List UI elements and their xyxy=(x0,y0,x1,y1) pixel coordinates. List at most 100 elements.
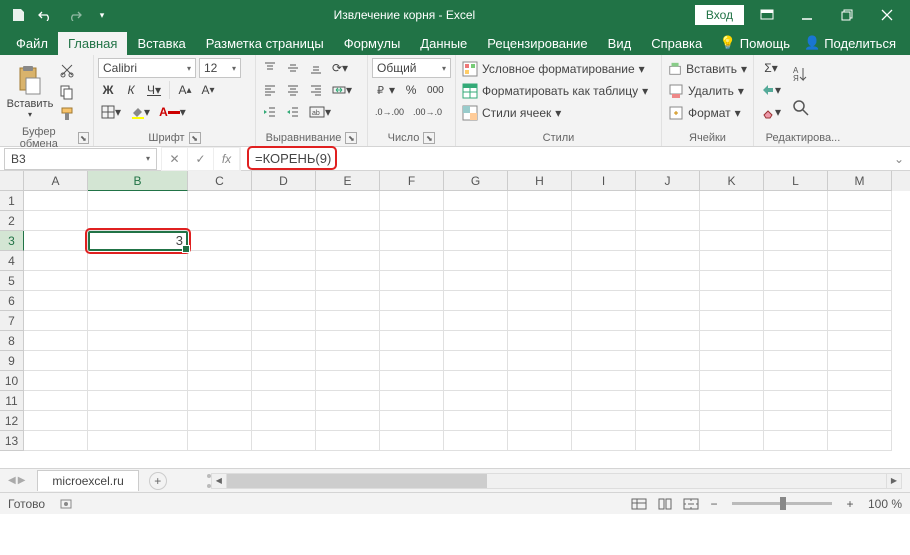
zoom-slider[interactable] xyxy=(732,502,832,505)
number-launcher-icon[interactable]: ⬊ xyxy=(423,132,435,144)
row-header[interactable]: 8 xyxy=(0,331,24,351)
alignment-launcher-icon[interactable]: ⬊ xyxy=(345,132,357,144)
col-header[interactable]: I xyxy=(572,171,636,191)
minimize-icon[interactable] xyxy=(790,1,824,29)
tab-file[interactable]: Файл xyxy=(6,32,58,55)
align-bottom-icon[interactable] xyxy=(306,58,326,78)
comma-icon[interactable]: 000 xyxy=(424,80,447,100)
font-launcher-icon[interactable]: ⬊ xyxy=(189,132,201,144)
increase-indent-icon[interactable] xyxy=(283,102,303,122)
row-header[interactable]: 10 xyxy=(0,371,24,391)
wrap-text-icon[interactable]: ab▾ xyxy=(306,102,334,122)
row-header[interactable]: 9 xyxy=(0,351,24,371)
col-header[interactable]: K xyxy=(700,171,764,191)
orientation-icon[interactable]: ⟳▾ xyxy=(329,58,351,78)
borders-icon[interactable]: ▾ xyxy=(98,102,124,122)
add-sheet-icon[interactable]: + xyxy=(149,472,167,490)
clipboard-launcher-icon[interactable]: ⬊ xyxy=(78,132,89,144)
find-select-icon[interactable] xyxy=(788,92,814,124)
percent-icon[interactable]: % xyxy=(401,80,421,100)
macro-record-icon[interactable] xyxy=(59,497,73,511)
font-name-combo[interactable]: Calibri▾ xyxy=(98,58,196,78)
cell-b3[interactable]: 3 xyxy=(88,231,188,251)
row-header[interactable]: 6 xyxy=(0,291,24,311)
cells-area[interactable]: 3 xyxy=(24,191,910,468)
fill-icon[interactable]: ▾ xyxy=(758,80,784,100)
tab-home[interactable]: Главная xyxy=(58,32,127,55)
ribbon-display-icon[interactable] xyxy=(750,1,784,29)
row-header[interactable]: 13 xyxy=(0,431,24,451)
format-painter-icon[interactable] xyxy=(56,104,78,124)
tab-review[interactable]: Рецензирование xyxy=(477,32,597,55)
decrease-indent-icon[interactable] xyxy=(260,102,280,122)
tab-page-layout[interactable]: Разметка страницы xyxy=(196,32,334,55)
zoom-out-icon[interactable]: − xyxy=(706,497,722,511)
paste-button[interactable]: Вставить▾ xyxy=(4,58,56,124)
col-header[interactable]: M xyxy=(828,171,892,191)
col-header[interactable]: H xyxy=(508,171,572,191)
page-break-view-icon[interactable] xyxy=(680,495,702,513)
tab-data[interactable]: Данные xyxy=(410,32,477,55)
row-header[interactable]: 11 xyxy=(0,391,24,411)
row-header[interactable]: 1 xyxy=(0,191,24,211)
align-middle-icon[interactable] xyxy=(283,58,303,78)
row-header[interactable]: 2 xyxy=(0,211,24,231)
normal-view-icon[interactable] xyxy=(628,495,650,513)
horizontal-scrollbar[interactable]: ◀ ▶ xyxy=(207,473,902,489)
zoom-level[interactable]: 100 % xyxy=(868,497,902,511)
restore-icon[interactable] xyxy=(830,1,864,29)
row-header[interactable]: 3 xyxy=(0,231,24,251)
formula-input[interactable]: =КОРЕНЬ(9) xyxy=(245,148,888,170)
row-header[interactable]: 5 xyxy=(0,271,24,291)
enter-formula-icon[interactable]: ✓ xyxy=(188,148,214,170)
tab-formulas[interactable]: Формулы xyxy=(334,32,411,55)
autosum-icon[interactable]: Σ▾ xyxy=(758,58,784,78)
undo-icon[interactable] xyxy=(34,3,58,27)
align-left-icon[interactable] xyxy=(260,80,280,100)
sheet-tab-active[interactable]: microexcel.ru xyxy=(37,470,138,491)
delete-cells-button[interactable]: Удалить▾ xyxy=(666,80,749,102)
currency-icon[interactable]: ₽▾ xyxy=(372,80,398,100)
close-icon[interactable] xyxy=(870,1,904,29)
fill-color-icon[interactable]: ▾ xyxy=(127,102,153,122)
clear-icon[interactable]: ▾ xyxy=(758,102,784,122)
row-header[interactable]: 7 xyxy=(0,311,24,331)
merge-icon[interactable]: ▾ xyxy=(329,80,355,100)
cell-styles-button[interactable]: Стили ячеек▾ xyxy=(460,102,657,124)
insert-cells-button[interactable]: Вставить▾ xyxy=(666,58,749,80)
increase-decimal-icon[interactable]: .0→.00 xyxy=(372,102,407,122)
number-format-combo[interactable]: Общий▾ xyxy=(372,58,451,78)
italic-button[interactable]: К xyxy=(121,80,141,100)
col-header[interactable]: E xyxy=(316,171,380,191)
col-header[interactable]: C xyxy=(188,171,252,191)
scroll-thumb[interactable] xyxy=(227,474,487,488)
sort-filter-icon[interactable]: AЯ xyxy=(788,58,814,90)
bold-button[interactable]: Ж xyxy=(98,80,118,100)
sheet-nav-prev-icon[interactable]: ◀ xyxy=(8,475,16,486)
font-size-combo[interactable]: 12▾ xyxy=(199,58,241,78)
redo-icon[interactable] xyxy=(62,3,86,27)
row-header[interactable]: 12 xyxy=(0,411,24,431)
cancel-formula-icon[interactable]: ✕ xyxy=(162,148,188,170)
decrease-font-icon[interactable]: A▾ xyxy=(198,80,218,100)
fx-icon[interactable]: fx xyxy=(214,148,240,170)
sheet-nav-next-icon[interactable]: ▶ xyxy=(18,475,26,486)
decrease-decimal-icon[interactable]: .00→.0 xyxy=(410,102,445,122)
col-header[interactable]: G xyxy=(444,171,508,191)
login-button[interactable]: Вход xyxy=(695,5,744,25)
cut-icon[interactable] xyxy=(56,60,78,80)
scroll-left-icon[interactable]: ◀ xyxy=(211,473,227,489)
align-center-icon[interactable] xyxy=(283,80,303,100)
format-as-table-button[interactable]: Форматировать как таблицу▾ xyxy=(460,80,657,102)
align-top-icon[interactable] xyxy=(260,58,280,78)
copy-icon[interactable] xyxy=(56,82,78,102)
tab-view[interactable]: Вид xyxy=(598,32,642,55)
col-header[interactable]: F xyxy=(380,171,444,191)
tell-me-button[interactable]: 💡Помощь xyxy=(714,31,796,55)
scroll-right-icon[interactable]: ▶ xyxy=(886,473,902,489)
col-header[interactable]: J xyxy=(636,171,700,191)
font-color-icon[interactable]: A▾ xyxy=(156,102,189,122)
qat-customize-icon[interactable]: ▾ xyxy=(90,3,114,27)
col-header[interactable]: A xyxy=(24,171,88,191)
tab-insert[interactable]: Вставка xyxy=(127,32,195,55)
